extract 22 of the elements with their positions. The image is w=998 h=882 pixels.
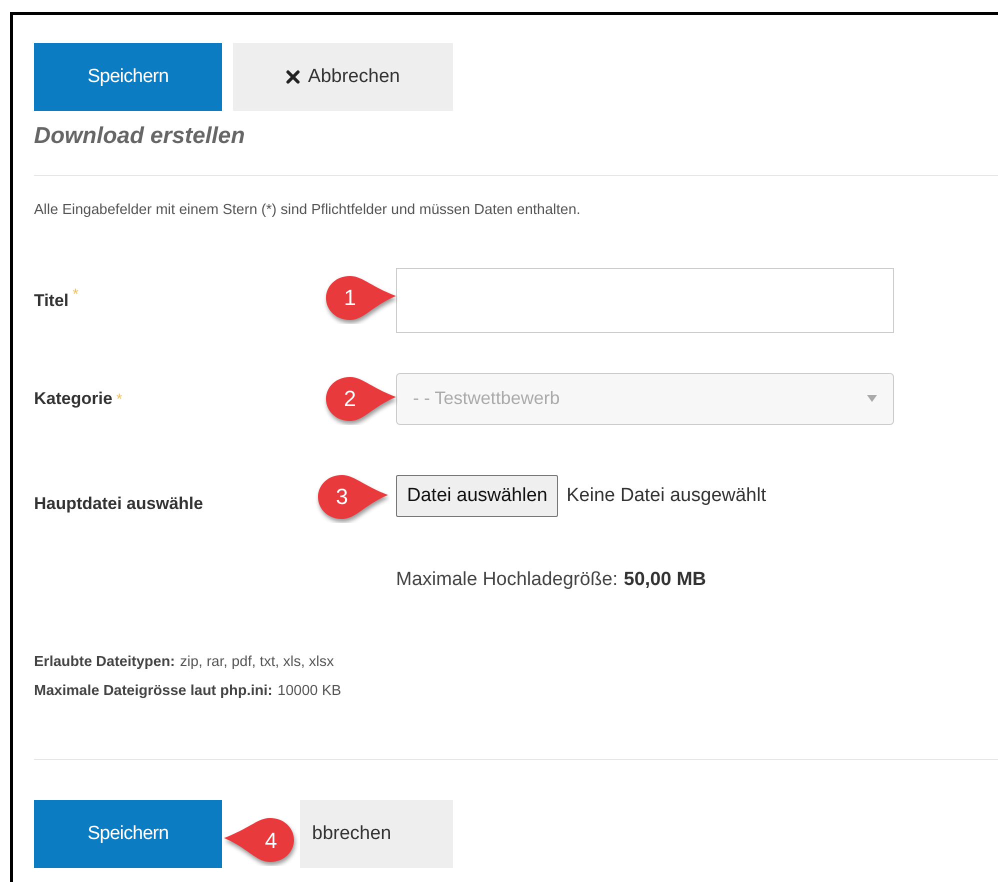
info-label: Erlaubte Dateitypen: [34,653,175,672]
upload-limit-label: Maximale Hochladegröße: [396,568,618,592]
required-mark: * [72,284,78,305]
page-heading: Download erstellen [34,121,246,150]
field-label: Hauptdatei auswähle [34,493,204,515]
info-value: zip, rar, pdf, txt, xls, xlsx [180,653,334,672]
cancel-button[interactable]: bbrechen [300,800,453,868]
close-icon [286,70,300,84]
info-value: 10000 KB [278,682,342,700]
info-label: Maximale Dateigrösse laut php.ini: [34,682,272,700]
caret-down-icon [867,395,877,402]
choose-file-button[interactable]: Datei auswählen [396,474,558,517]
save-button[interactable]: Speichern [34,800,222,868]
required-note: Alle Eingabefelder mit einem Stern (*) sind Pflichtfelder und müssen Daten enthalten. [34,201,582,220]
cancel-button[interactable]: Abbrechen [233,43,453,111]
field-label: Titel [34,290,69,312]
title-input[interactable] [396,268,894,333]
upload-limit-value: 50,00 MB [624,568,706,592]
field-label: Kategorie [34,388,112,410]
save-button[interactable]: Speichern [34,43,222,111]
file-status: Keine Datei ausgewählt [566,484,766,508]
required-mark: * [116,390,122,410]
